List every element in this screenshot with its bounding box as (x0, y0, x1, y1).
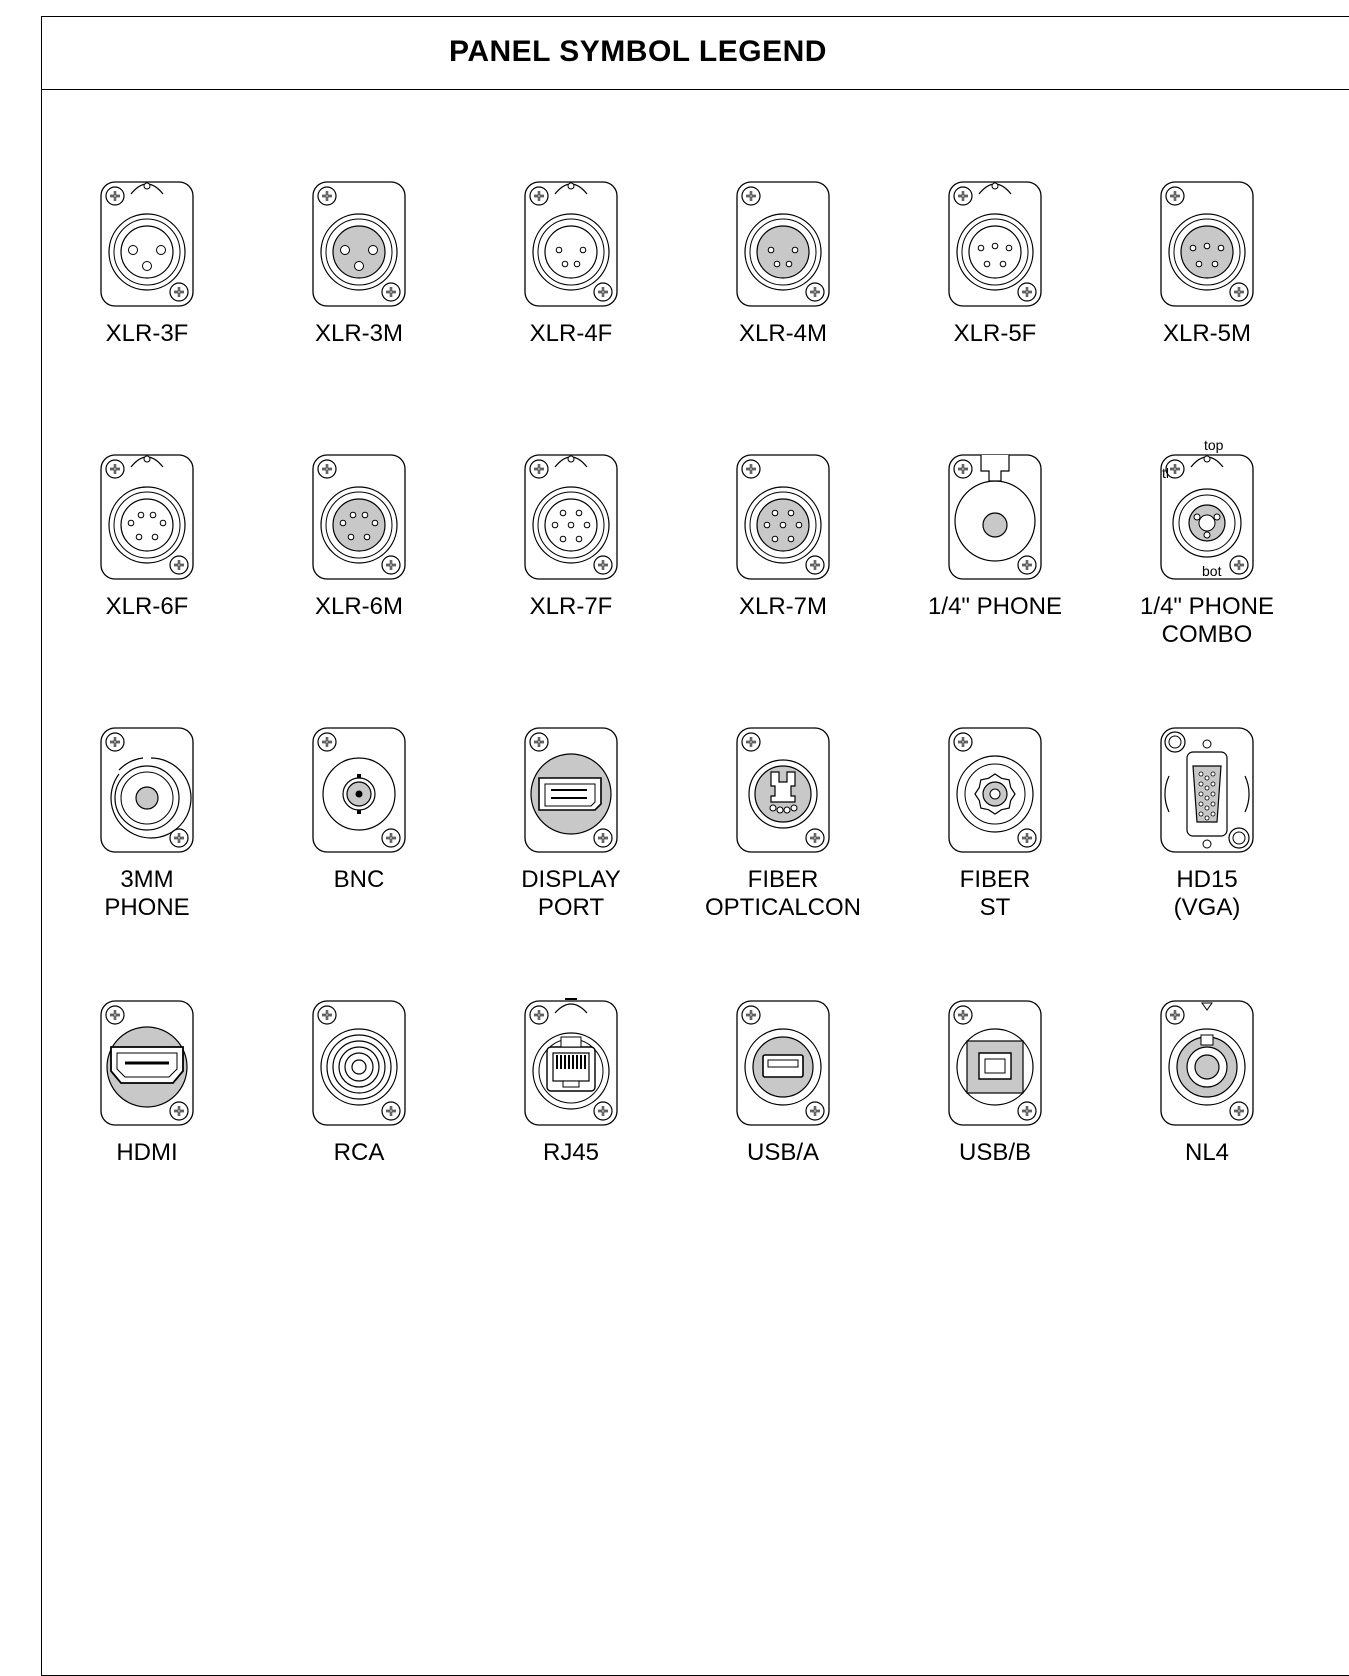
xlr-6f-label: XLR-6F (52, 593, 242, 621)
label-line: 1/4" PHONE (1140, 593, 1274, 620)
xlr-3f-connector-icon (97, 180, 197, 310)
xlr-4f-connector-icon (521, 180, 621, 310)
xlr-5m-connector-icon (1157, 180, 1257, 310)
displayport-label: DISPLAY PORT (476, 866, 666, 922)
xlr-4m-connector-icon (733, 180, 833, 310)
phone-3mm-label: 3MM PHONE (52, 866, 242, 922)
displayport-connector-icon (521, 726, 621, 856)
label-line: COMBO (1161, 621, 1253, 648)
usb-a-connector-icon (733, 999, 833, 1129)
fiber-opticalcon-connector-icon (733, 726, 833, 856)
hdmi-connector-icon (97, 999, 197, 1129)
xlr-4f-label: XLR-4F (476, 320, 666, 348)
label-line: 3MM (120, 866, 174, 893)
title-bar: PANEL SYMBOL LEGEND (42, 17, 1349, 90)
usb-b-connector-icon (945, 999, 1045, 1129)
xlr-3m-label: XLR-3M (264, 320, 454, 348)
legend-title: PANEL SYMBOL LEGEND (449, 35, 827, 68)
label-line: XLR-6M (314, 593, 404, 620)
xlr-7m-connector-icon (733, 453, 833, 583)
label-line: XLR-5F (953, 320, 1037, 347)
label-line: FIBER (747, 866, 819, 893)
hd15-connector-icon (1157, 726, 1257, 856)
fiber-st-connector-icon (945, 726, 1045, 856)
xlr-3f-label: XLR-3F (52, 320, 242, 348)
label-line: XLR-3M (314, 320, 404, 347)
bnc-connector-icon (309, 726, 409, 856)
xlr-4m-label: XLR-4M (688, 320, 878, 348)
xlr-5f-label: XLR-5F (900, 320, 1090, 348)
xlr-6m-label: XLR-6M (264, 593, 454, 621)
label-line: BNC (333, 866, 385, 893)
hdmi-label: HDMI (52, 1139, 242, 1167)
xlr-5m-label: XLR-5M (1112, 320, 1302, 348)
fiber-st-label: FIBER ST (900, 866, 1090, 922)
hd15-label: HD15 (VGA) (1112, 866, 1302, 922)
usb-a-label: USB/A (688, 1139, 878, 1167)
rca-label: RCA (264, 1139, 454, 1167)
label-line: XLR-7F (529, 593, 613, 620)
label-line: FIBER (959, 866, 1031, 893)
nl4-connector-icon (1157, 999, 1257, 1129)
xlr-3m-connector-icon (309, 180, 409, 310)
rj45-connector-icon (521, 998, 621, 1129)
label-line: HD15 (1176, 866, 1238, 893)
rca-connector-icon (309, 999, 409, 1129)
xlr-7m-label: XLR-7M (688, 593, 878, 621)
combo-annotation-top: top (1204, 437, 1224, 453)
label-line: OPTICALCON (704, 894, 862, 921)
legend-frame: PANEL SYMBOL LEGEND (41, 16, 1349, 1676)
xlr-6m-connector-icon (309, 453, 409, 583)
label-line: NL4 (1184, 1139, 1230, 1166)
label-line: XLR-4F (529, 320, 613, 347)
label-line: XLR-5M (1162, 320, 1252, 347)
label-line: PHONE (104, 894, 190, 921)
phone-3mm-connector-icon (97, 726, 197, 856)
xlr-5f-connector-icon (945, 180, 1045, 310)
label-line: XLR-6F (105, 593, 189, 620)
xlr-6f-connector-icon (97, 453, 197, 583)
xlr-7f-label: XLR-7F (476, 593, 666, 621)
phone-quarter-connector-icon (945, 453, 1045, 583)
xlr-7f-connector-icon (521, 453, 621, 583)
label-line: DISPLAY (521, 866, 621, 893)
label-line: PORT (537, 894, 605, 921)
label-line: ST (979, 894, 1011, 921)
rj45-label: RJ45 (476, 1139, 666, 1167)
label-line: XLR-4M (738, 320, 828, 347)
combo-annotation-left: tl (1162, 465, 1169, 481)
label-line: 1/4" PHONE (928, 593, 1062, 620)
label-line: USB/A (746, 1139, 820, 1166)
label-line: (VGA) (1173, 894, 1241, 921)
nl4-label: NL4 (1112, 1139, 1302, 1167)
combo-annotation-bottom: bot (1202, 563, 1222, 579)
label-line: USB/B (958, 1139, 1032, 1166)
label-line: XLR-3F (105, 320, 189, 347)
label-line: HDMI (116, 1139, 178, 1166)
bnc-label: BNC (264, 866, 454, 894)
usb-b-label: USB/B (900, 1139, 1090, 1167)
phone-quarter-label: 1/4" PHONE (900, 593, 1090, 621)
label-line: RJ45 (542, 1139, 600, 1166)
phone-combo-label: 1/4" PHONE COMBO (1112, 593, 1302, 649)
label-line: RCA (333, 1139, 385, 1166)
fiber-opticalcon-label: FIBER OPTICALCON (688, 866, 878, 922)
label-line: XLR-7M (738, 593, 828, 620)
